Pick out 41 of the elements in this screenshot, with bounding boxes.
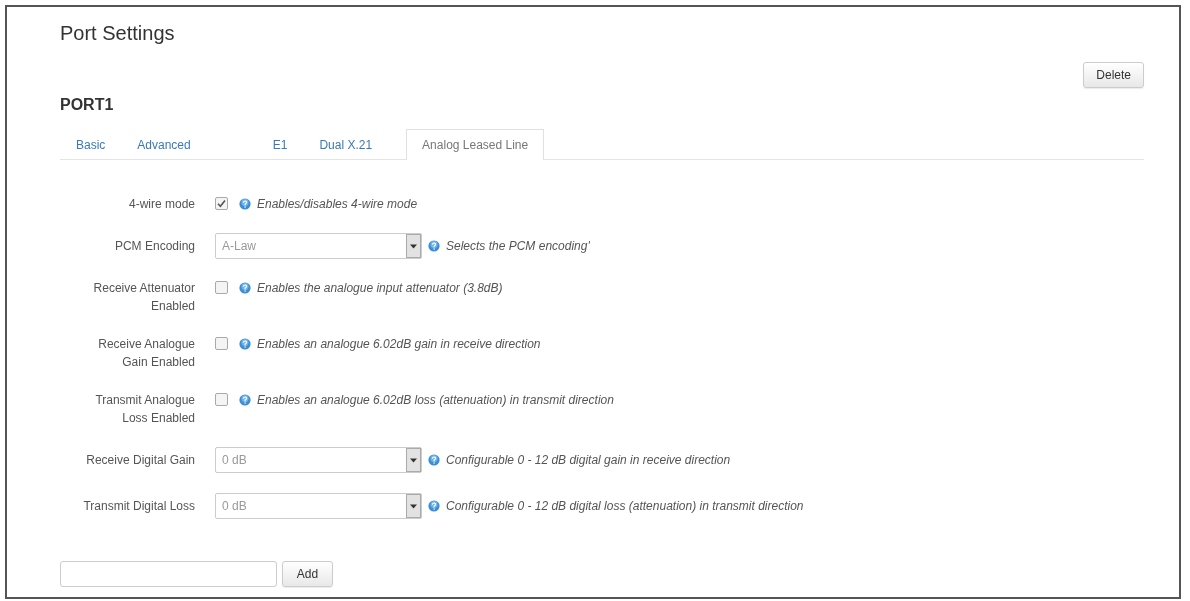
field-label: Receive Attenuator Enabled: [92, 280, 195, 315]
help-icon: [428, 240, 440, 252]
port-heading: PORT1: [60, 95, 115, 115]
field-label: PCM Encoding: [113, 238, 195, 255]
help-icon: [239, 394, 251, 406]
add-button[interactable]: Add: [282, 561, 333, 587]
tab[interactable]: Basic: [60, 129, 122, 160]
dropdown-field[interactable]: A-Law: [215, 233, 422, 259]
input-field[interactable]: [60, 561, 277, 587]
help-text: Enables/disables 4-wire mode: [257, 196, 418, 213]
dropdown-field[interactable]: 0 dB: [215, 447, 422, 473]
help-text: Enables an analogue 6.02dB loss (attenuation) in transmit direction: [257, 392, 614, 409]
help-icon: [239, 198, 251, 210]
help-text: Selects the PCM encoding': [446, 238, 590, 255]
help-icon: [239, 282, 251, 294]
help-icon: [428, 500, 440, 512]
tab[interactable]: Advanced: [121, 129, 207, 160]
checkbox[interactable]: [215, 281, 228, 294]
tab[interactable]: Analog Leased Line: [406, 129, 545, 160]
help-text: Enables an analogue 6.02dB gain in receive direction: [257, 336, 541, 353]
field-label: Receive Analogue Gain Enabled: [97, 336, 195, 371]
help-icon: [239, 338, 251, 350]
dropdown-field[interactable]: 0 dB: [215, 493, 422, 519]
checkbox[interactable]: [215, 393, 228, 406]
field-label: Transmit Analogue Loss Enabled: [94, 392, 195, 427]
checkbox[interactable]: [215, 337, 228, 350]
help-icon: [428, 454, 440, 466]
tab[interactable]: Dual X.21: [303, 129, 389, 160]
field-label: Receive Digital Gain: [85, 452, 195, 469]
caret-icon: [406, 448, 421, 472]
help-text: Configurable 0 - 12 dB digital loss (attenuation) in transmit direction: [446, 498, 804, 515]
help-text: Configurable 0 - 12 dB digital gain in receive direction: [446, 452, 731, 469]
help-text: Enables the analogue input attenuator (3.8dB): [257, 280, 503, 297]
tab[interactable]: E1: [256, 129, 304, 160]
page-title: Port Settings: [60, 21, 176, 45]
field-label: 4-wire mode: [127, 196, 195, 213]
caret-icon: [406, 494, 421, 518]
checkbox[interactable]: [215, 197, 228, 210]
caret-icon: [406, 234, 421, 258]
delete-button[interactable]: Delete: [1083, 62, 1144, 88]
field-label: Transmit Digital Loss: [82, 498, 195, 515]
